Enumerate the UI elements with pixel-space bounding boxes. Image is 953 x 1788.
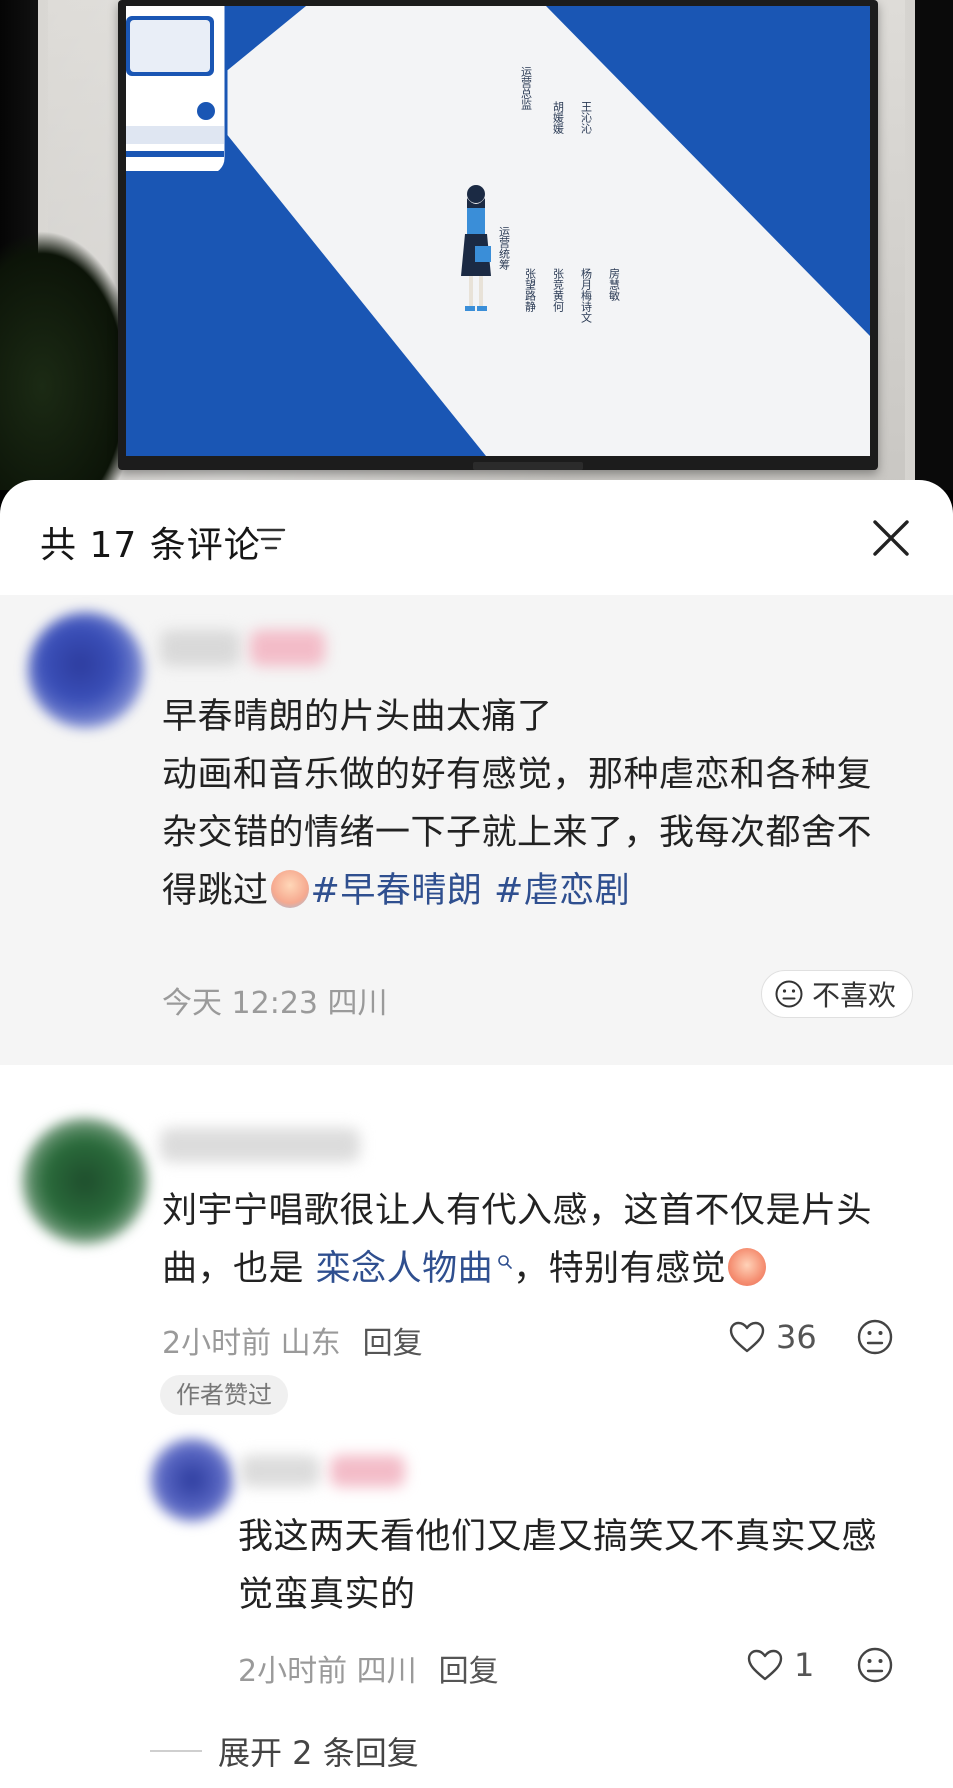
reply-button[interactable]: 回复 — [363, 1326, 423, 1361]
reply-meta: 2小时前 四川 回复 — [238, 1646, 499, 1690]
pinned-line-2: 动画和音乐做的好有感觉，那种虐恋和各种复 — [162, 755, 873, 795]
credit-col-b-4: 房慧敏 — [608, 268, 621, 302]
reply-line-1: 我这两天看他们又虐又搞笑又不真实又感 — [238, 1517, 878, 1557]
user-badge-blurred — [250, 630, 325, 666]
credit-col-b-2: 张竞黄何 — [552, 268, 565, 312]
television: 运营总监 胡媛媛 王沁沁 运营统筹 张望路静 张竞黄何 杨月梅诗文 房慧敏 — [118, 0, 878, 470]
credit-col-b-3: 杨月梅诗文 — [580, 267, 593, 323]
tv-screen-artwork: 运营总监 胡媛媛 王沁沁 运营统筹 张望路静 张竞黄何 杨月梅诗文 房慧敏 — [126, 6, 870, 456]
comment-line-2-prefix: 曲，也是 — [162, 1249, 305, 1289]
heart-icon — [747, 1649, 783, 1681]
expand-replies-button[interactable]: 展开 2 条回复 — [150, 1728, 419, 1774]
expand-replies-label: 展开 2 条回复 — [218, 1734, 419, 1772]
reply-line-2: 觉蛮真实的 — [238, 1575, 416, 1615]
reply-button[interactable]: 回复 — [439, 1654, 499, 1689]
pinned-line-4: 得跳过 #早春晴朗 #虐恋剧 — [162, 862, 922, 920]
hashtag-link[interactable]: #早春晴朗 — [311, 871, 483, 911]
pinned-time-location: 今天 12:23 四川 — [162, 986, 388, 1021]
touched-emoji-icon — [728, 1248, 767, 1286]
light-beam — [196, 6, 870, 456]
pinned-line-3: 杂交错的情绪一下子就上来了，我每次都舍不 — [162, 813, 873, 853]
like-button[interactable]: 1 — [746, 1646, 814, 1684]
like-count: 1 — [794, 1646, 815, 1684]
dislike-label: 不喜欢 — [811, 979, 896, 1012]
bus-illustration — [126, 6, 228, 181]
tv-stand — [473, 462, 583, 470]
username-blurred[interactable] — [160, 630, 240, 666]
comment-count-title: 共 17 条评论 — [40, 525, 261, 566]
dislike-button[interactable]: 不喜欢 — [760, 970, 913, 1018]
dislike-face-icon[interactable] — [856, 1318, 894, 1356]
credit-col-b-1: 张望路静 — [524, 268, 537, 312]
credit-col-a-1: 胡媛媛 — [552, 100, 565, 135]
pinned-line-1: 早春晴朗的片头曲太痛了 — [162, 697, 553, 737]
user-badge-blurred — [330, 1455, 405, 1487]
credit-col-b-title: 运营统筹 — [498, 226, 511, 270]
comment-line-1: 刘宇宁唱歌很让人有代入感，这首不仅是片头 — [162, 1191, 873, 1231]
video-player[interactable]: 运营总监 胡媛媛 王沁沁 运营统筹 张望路静 张竞黄何 杨月梅诗文 房慧敏 — [0, 0, 953, 490]
comment-line-2: 曲，也是 栾念人物曲 ，特别有感觉 — [162, 1240, 922, 1298]
comment-text: 刘宇宁唱歌很让人有代入感，这首不仅是片头 曲，也是 栾念人物曲 ，特别有感觉 — [162, 1182, 922, 1298]
comment-time-location: 2小时前 山东 — [162, 1326, 341, 1361]
heart-icon — [729, 1321, 765, 1353]
comment-line-2-suffix: ，特别有感觉 — [513, 1249, 727, 1289]
crying-emoji-icon — [270, 870, 309, 908]
neutral-face-icon — [775, 980, 803, 1008]
expand-divider — [150, 1750, 202, 1752]
avatar[interactable] — [22, 1118, 148, 1244]
sort-lines-icon[interactable] — [256, 526, 286, 552]
username-blurred[interactable] — [240, 1455, 320, 1487]
pinned-comment-text: 早春晴朗的片头曲太痛了 动画和音乐做的好有感觉，那种虐恋和各种复 杂交错的情绪一… — [162, 688, 922, 920]
avatar[interactable] — [28, 612, 144, 728]
like-count: 36 — [776, 1318, 817, 1356]
search-link-text: 栾念人物曲 — [315, 1249, 494, 1289]
close-icon[interactable] — [869, 516, 913, 560]
hashtag-link[interactable]: #虐恋剧 — [494, 871, 630, 911]
search-icon — [498, 1255, 512, 1269]
dislike-face-icon[interactable] — [856, 1646, 894, 1684]
reply-time-location: 2小时前 四川 — [238, 1654, 417, 1689]
comment-meta: 2小时前 山东 回复 — [162, 1318, 423, 1362]
like-button[interactable]: 36 — [728, 1318, 817, 1356]
pinned-line-4-prefix: 得跳过 — [162, 871, 269, 911]
avatar[interactable] — [150, 1438, 234, 1522]
credit-col-a-2: 王沁沁 — [580, 101, 593, 134]
username-blurred[interactable] — [160, 1128, 360, 1162]
credit-col-a-title: 运营总监 — [520, 66, 533, 110]
tv-screen: 运营总监 胡媛媛 王沁沁 运营统筹 张望路静 张竞黄何 杨月梅诗文 房慧敏 — [126, 6, 870, 456]
comments-header: 共 17 条评论 — [0, 480, 953, 595]
search-link[interactable]: 栾念人物曲 — [316, 1249, 514, 1289]
reply-text: 我这两天看他们又虐又搞笑又不真实又感 觉蛮真实的 — [238, 1508, 928, 1624]
author-liked-badge: 作者赞过 — [160, 1375, 288, 1415]
